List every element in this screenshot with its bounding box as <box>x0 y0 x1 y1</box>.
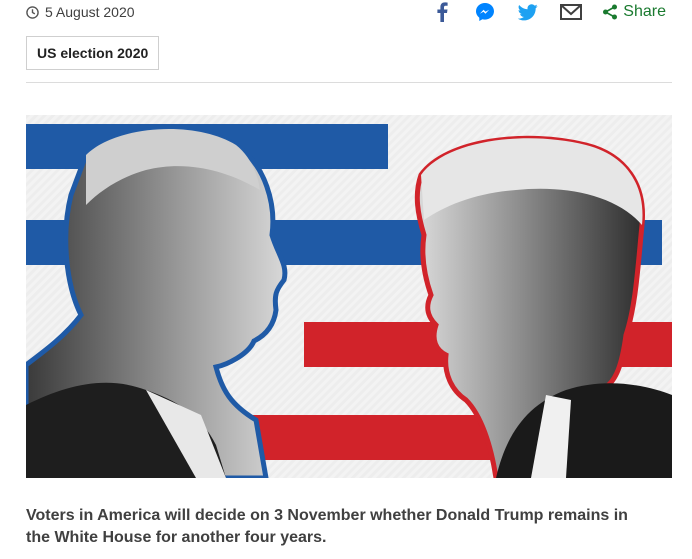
twitter-icon <box>518 3 538 20</box>
facebook-icon <box>437 2 448 22</box>
hero-illustration <box>26 115 672 478</box>
facebook-share-button[interactable] <box>431 1 453 23</box>
hero-image <box>26 115 672 478</box>
share-label: Share <box>623 3 666 20</box>
email-share-button[interactable] <box>560 1 583 23</box>
share-tools: Share <box>431 0 666 24</box>
topic-tags: US election 2020 <box>26 36 160 70</box>
messenger-icon <box>476 3 495 21</box>
share-button[interactable]: Share <box>602 3 666 21</box>
clock-icon <box>26 5 39 19</box>
divider <box>26 82 672 83</box>
topic-tag[interactable]: US election 2020 <box>26 36 160 70</box>
timestamp: 5 August 2020 <box>26 4 135 20</box>
twitter-share-button[interactable] <box>517 1 539 23</box>
article-intro: Voters in America will decide on 3 Novem… <box>26 507 628 546</box>
article-meta-row: 5 August 2020 Share <box>26 0 666 24</box>
share-icon <box>603 4 618 20</box>
email-icon <box>560 4 583 20</box>
article-date: 5 August 2020 <box>45 4 135 20</box>
messenger-share-button[interactable] <box>474 1 496 23</box>
